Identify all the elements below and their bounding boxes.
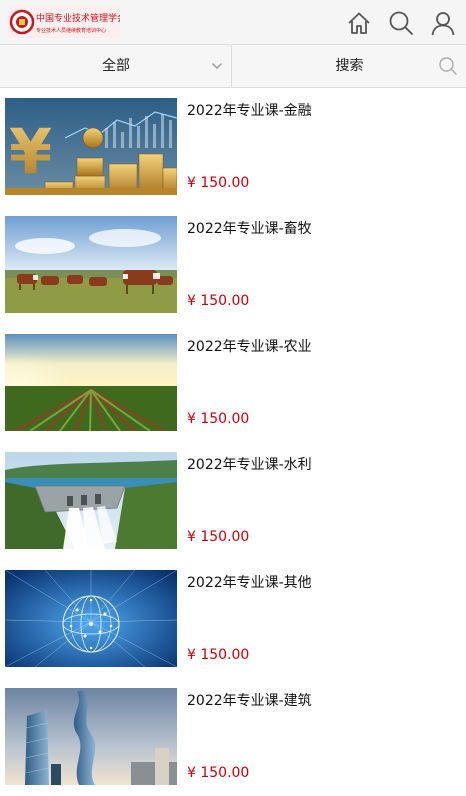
course-item[interactable]: 2022年专业课-建筑 ¥ 150.00: [0, 678, 466, 796]
course-item[interactable]: 2022年专业课-农业 ¥ 150.00: [0, 324, 466, 442]
search-label: 搜索: [335, 58, 364, 74]
course-item[interactable]: ¥ 2022年专业课-金融 ¥ 150.00: [0, 88, 466, 206]
course-price: ¥ 150.00: [187, 529, 250, 545]
search-button[interactable]: 搜索: [233, 45, 466, 87]
course-title[interactable]: 2022年专业课-农业: [187, 336, 312, 356]
course-title[interactable]: 2022年专业课-水利: [187, 454, 312, 474]
chevron-down-icon: [212, 63, 222, 69]
home-icon[interactable]: [346, 10, 372, 36]
course-thumbnail-tech[interactable]: [5, 570, 177, 667]
course-price: ¥ 150.00: [187, 411, 250, 427]
search-icon[interactable]: [388, 10, 414, 36]
svg-text:¥: ¥: [9, 115, 52, 188]
course-title[interactable]: 2022年专业课-建筑: [187, 690, 312, 710]
course-thumbnail-architecture[interactable]: [5, 688, 177, 785]
course-item[interactable]: 2022年专业课-水利 ¥ 150.00: [0, 442, 466, 560]
course-title[interactable]: 2022年专业课-金融: [187, 100, 312, 120]
course-thumbnail-farmland[interactable]: [5, 334, 177, 431]
course-price: ¥ 150.00: [187, 647, 250, 663]
course-title[interactable]: 2022年专业课-畜牧: [187, 218, 312, 238]
category-selected-label: 全部: [102, 58, 130, 74]
course-title[interactable]: 2022年专业课-其他: [187, 572, 312, 592]
category-dropdown[interactable]: 全部: [0, 45, 232, 87]
top-header: 中国专业技术管理学会 专业技术人员继续教育培训中心: [0, 0, 466, 44]
logo-subtitle: 专业技术人员继续教育培训中心: [36, 27, 106, 34]
logo-title: 中国专业技术管理学会: [36, 12, 120, 24]
course-thumbnail-cattle[interactable]: [5, 216, 177, 313]
course-item[interactable]: 2022年专业课-其他 ¥ 150.00: [0, 560, 466, 678]
search-small-icon: [439, 57, 457, 75]
course-thumbnail-dam[interactable]: [5, 452, 177, 549]
course-thumbnail-finance[interactable]: ¥: [5, 98, 177, 195]
course-item[interactable]: 2022年专业课-畜牧 ¥ 150.00: [0, 206, 466, 324]
filter-bar: 全部 搜索: [0, 44, 466, 88]
course-price: ¥ 150.00: [187, 765, 250, 781]
course-price: ¥ 150.00: [187, 293, 250, 309]
course-price: ¥ 150.00: [187, 175, 250, 191]
site-logo[interactable]: 中国专业技术管理学会 专业技术人员继续教育培训中心: [8, 6, 126, 38]
user-icon[interactable]: [430, 10, 456, 36]
